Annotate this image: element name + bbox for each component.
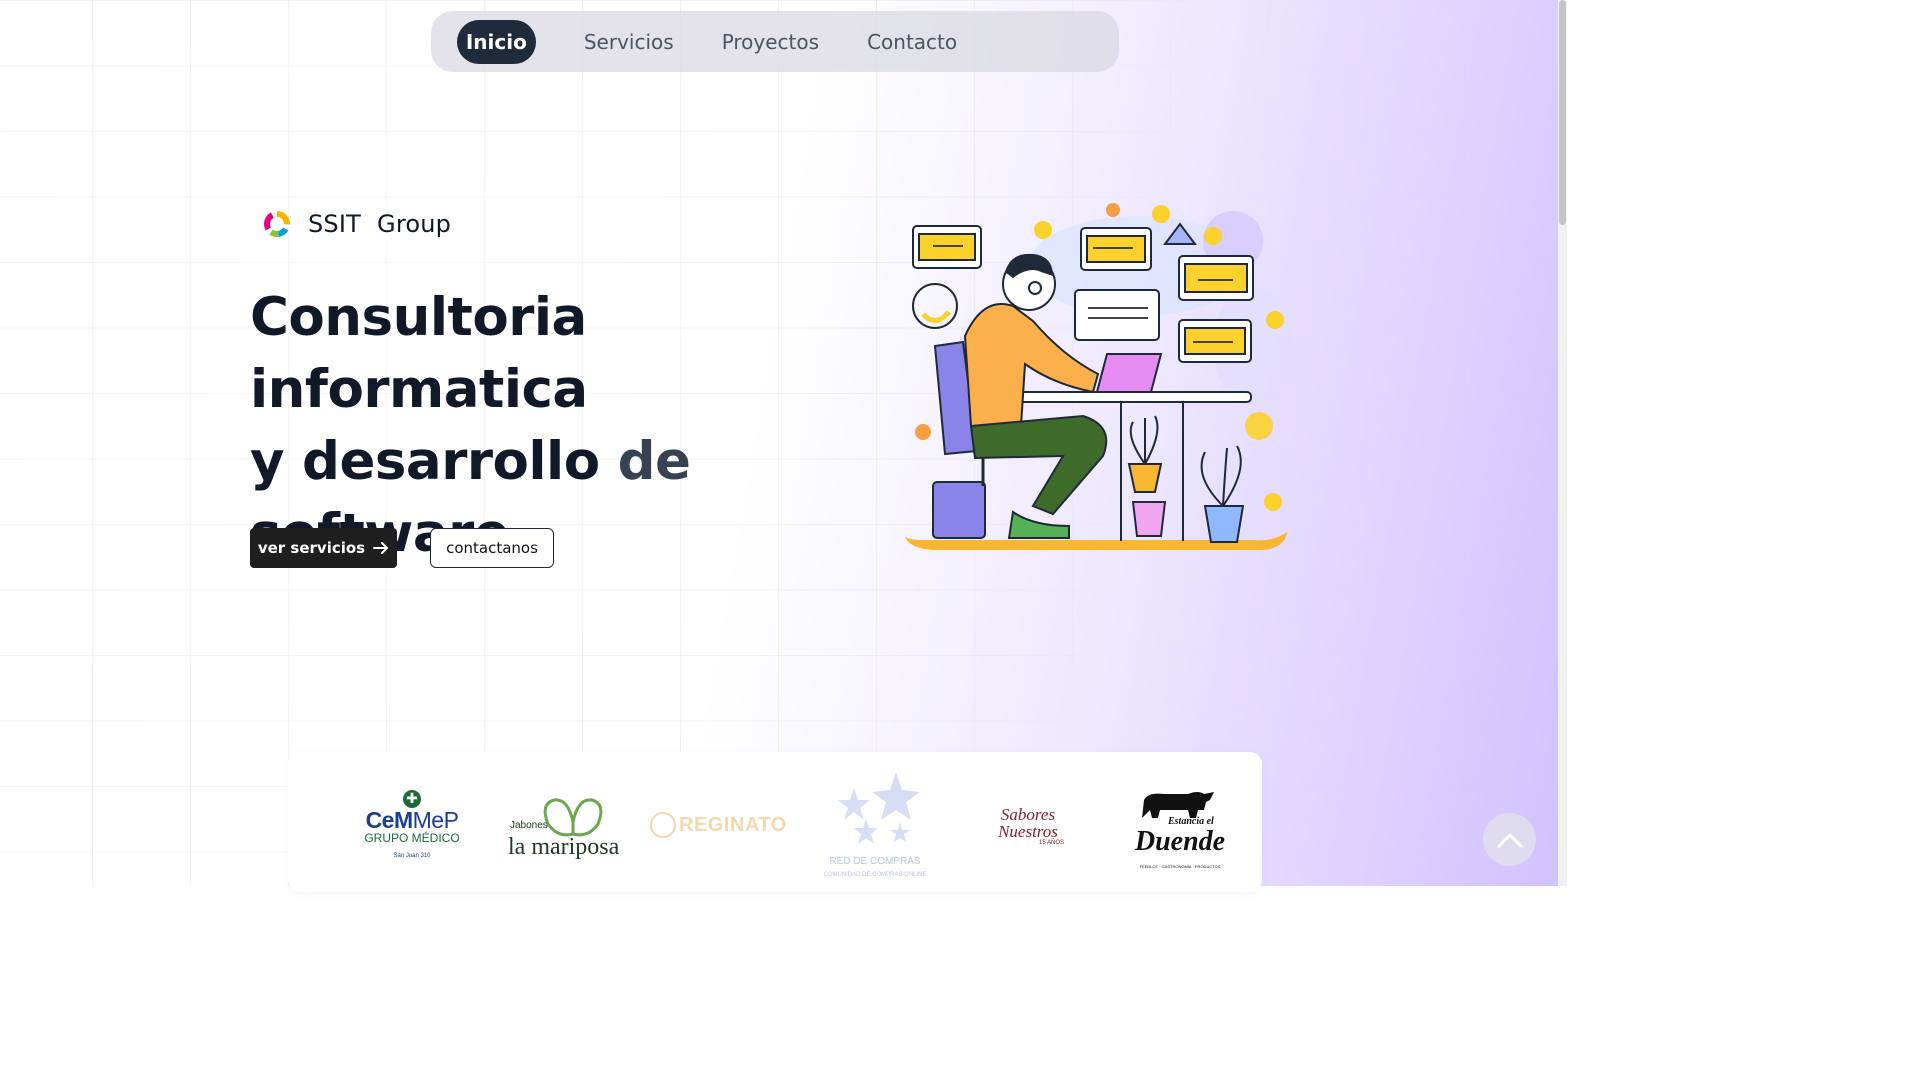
logo-sabores-nuestros: Sabores Nuestros 15 AÑOS xyxy=(988,806,1068,846)
scroll-to-top-button[interactable] xyxy=(1483,813,1536,866)
reginato-emblem-icon xyxy=(650,812,676,838)
hero-title-line1: Consultoria informatica xyxy=(250,287,588,420)
ring-logo-icon xyxy=(264,211,290,237)
mariposa-big: la mariposa xyxy=(508,834,620,860)
logo-reginato: REGINATO xyxy=(650,812,787,838)
logo-red-de-compras: RED DE COMPRAS COMUNIDAD DE COMPRAS ONLI… xyxy=(812,768,936,892)
page-scrollbar-thumb[interactable] xyxy=(1559,0,1566,225)
cemmep-name-b: MeP xyxy=(412,807,459,833)
page-scrollbar[interactable] xyxy=(1558,0,1567,886)
red-line2: COMUNIDAD DE COMPRAS ONLINE xyxy=(823,872,927,878)
cemmep-name-a: CeM xyxy=(365,807,414,833)
cemmep-cross-icon: ✚ xyxy=(403,790,421,808)
contactanos-button[interactable]: contactanos xyxy=(430,528,554,568)
nav-item-proyectos[interactable]: Proyectos xyxy=(698,22,843,62)
red-line1: RED DE COMPRAS xyxy=(829,856,921,867)
clients-logos-panel: ✚ CeMMeP GRUPO MÉDICO San Juan 310 Jabon… xyxy=(288,752,1262,892)
developer-illustration xyxy=(905,203,1293,550)
logo-cemmep: ✚ CeMMeP GRUPO MÉDICO San Juan 310 xyxy=(362,790,462,859)
nav-item-contacto[interactable]: Contacto xyxy=(843,22,981,62)
brand-name-part1: SSIT xyxy=(308,210,362,238)
sabores-line1: Sabores xyxy=(1000,805,1056,824)
logo-estancia-el-duende: Estancia el Duende FEEDLOT · GASTRONOMÍA… xyxy=(1134,788,1226,872)
cemmep-address: San Juan 310 xyxy=(393,853,431,859)
arrow-right-icon xyxy=(373,542,389,554)
hero-title: Consultoria informatica y desarrollo de … xyxy=(250,282,890,570)
chevron-up-icon xyxy=(1497,833,1522,847)
brand-name-part2: Group xyxy=(377,210,452,238)
nav-item-servicios[interactable]: Servicios xyxy=(560,22,698,62)
sabores-line2: Nuestros xyxy=(998,822,1058,841)
logo-la-mariposa: Jabones la mariposa xyxy=(508,794,624,864)
brand-name: SSIT Group xyxy=(308,210,451,238)
ver-servicios-button[interactable]: ver servicios xyxy=(250,528,397,568)
reginato-name: REGINATO xyxy=(679,813,787,836)
hero-title-line2: y desarrollo xyxy=(250,431,618,492)
duende-line2: Duende xyxy=(1134,826,1226,857)
mariposa-small: Jabones xyxy=(510,820,548,831)
top-navbar: Inicio Servicios Proyectos Contacto xyxy=(431,11,1119,72)
brand: SSIT Group xyxy=(262,209,451,239)
cemmep-subtitle: GRUPO MÉDICO xyxy=(364,831,460,845)
ver-servicios-label: ver servicios xyxy=(257,539,366,557)
nav-item-inicio[interactable]: Inicio xyxy=(456,19,536,64)
hero-title-line2-muted: de xyxy=(617,431,691,492)
stars-icon xyxy=(838,772,920,844)
duende-line3: FEEDLOT · GASTRONOMÍA · PRODUCTOS xyxy=(1139,864,1221,869)
